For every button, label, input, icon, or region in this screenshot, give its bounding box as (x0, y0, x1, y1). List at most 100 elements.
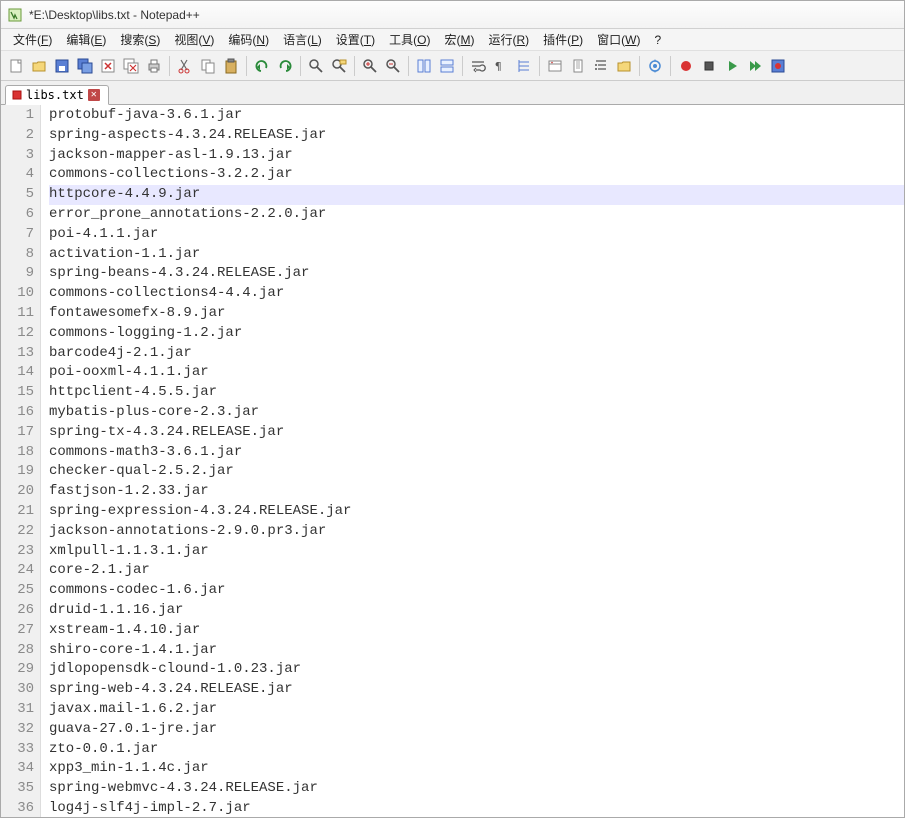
tabstrip: libs.txt ✕ (1, 81, 904, 105)
find-icon[interactable] (305, 55, 327, 77)
code-line[interactable]: shiro-core-1.4.1.jar (49, 641, 904, 661)
stop-icon[interactable] (698, 55, 720, 77)
code-line[interactable]: error_prone_annotations-2.2.0.jar (49, 205, 904, 225)
code-line[interactable]: fontawesomefx-8.9.jar (49, 304, 904, 324)
code-line[interactable]: commons-collections4-4.4.jar (49, 284, 904, 304)
folder-icon[interactable] (613, 55, 635, 77)
code-line[interactable]: httpclient-4.5.5.jar (49, 383, 904, 403)
sync-h-icon[interactable] (436, 55, 458, 77)
sync-v-icon[interactable] (413, 55, 435, 77)
code-line[interactable]: javax.mail-1.6.2.jar (49, 700, 904, 720)
code-line[interactable]: mybatis-plus-core-2.3.jar (49, 403, 904, 423)
code-line[interactable]: activation-1.1.jar (49, 245, 904, 265)
tab-libs-txt[interactable]: libs.txt ✕ (5, 85, 109, 105)
code-line[interactable]: poi-ooxml-4.1.1.jar (49, 363, 904, 383)
toolbar-separator (670, 56, 671, 76)
code-line[interactable]: jackson-mapper-asl-1.9.13.jar (49, 146, 904, 166)
line-number: 33 (13, 740, 34, 760)
menu-m[interactable]: 宏(M) (438, 29, 480, 50)
code-line[interactable]: commons-logging-1.2.jar (49, 324, 904, 344)
editor[interactable]: 1234567891011121314151617181920212223242… (1, 105, 904, 817)
line-number: 3 (13, 146, 34, 166)
close-icon[interactable] (97, 55, 119, 77)
toolbar-separator (639, 56, 640, 76)
menu-n[interactable]: 编码(N) (222, 29, 275, 50)
menu-r[interactable]: 运行(R) (482, 29, 535, 50)
line-number-gutter: 1234567891011121314151617181920212223242… (1, 105, 41, 817)
code-line[interactable]: barcode4j-2.1.jar (49, 344, 904, 364)
code-line[interactable]: xstream-1.4.10.jar (49, 621, 904, 641)
code-line[interactable]: poi-4.1.1.jar (49, 225, 904, 245)
code-line[interactable]: jackson-annotations-2.9.0.pr3.jar (49, 522, 904, 542)
wrap-icon[interactable] (467, 55, 489, 77)
copy-icon[interactable] (197, 55, 219, 77)
line-number: 17 (13, 423, 34, 443)
code-line[interactable]: guava-27.0.1-jre.jar (49, 720, 904, 740)
code-line[interactable]: log4j-slf4j-impl-2.7.jar (49, 799, 904, 817)
code-line[interactable]: spring-web-4.3.24.RELEASE.jar (49, 680, 904, 700)
code-line[interactable]: core-2.1.jar (49, 561, 904, 581)
menu-s[interactable]: 搜索(S) (114, 29, 166, 50)
line-number: 34 (13, 759, 34, 779)
titlebar: *E:\Desktop\libs.txt - Notepad++ (1, 1, 904, 29)
text-content[interactable]: protobuf-java-3.6.1.jarspring-aspects-4.… (41, 105, 904, 817)
menu-v[interactable]: 视图(V) (168, 29, 220, 50)
paste-icon[interactable] (220, 55, 242, 77)
line-number: 35 (13, 779, 34, 799)
code-line[interactable]: commons-collections-3.2.2.jar (49, 165, 904, 185)
close-tab-icon[interactable]: ✕ (88, 89, 100, 101)
menu-f[interactable]: 文件(F) (7, 29, 58, 50)
play-multi-icon[interactable] (744, 55, 766, 77)
code-line[interactable]: druid-1.1.16.jar (49, 601, 904, 621)
doc-map-icon[interactable] (567, 55, 589, 77)
undo-icon[interactable] (251, 55, 273, 77)
line-number: 27 (13, 621, 34, 641)
menu-e[interactable]: 编辑(E) (60, 29, 112, 50)
cut-icon[interactable] (174, 55, 196, 77)
code-line[interactable]: jdlopopensdk-clound-1.0.23.jar (49, 660, 904, 680)
play-icon[interactable] (721, 55, 743, 77)
code-line[interactable]: fastjson-1.2.33.jar (49, 482, 904, 502)
monitor-icon[interactable] (644, 55, 666, 77)
code-line[interactable]: protobuf-java-3.6.1.jar (49, 106, 904, 126)
save-macro-icon[interactable] (767, 55, 789, 77)
menu-help[interactable]: ? (648, 31, 667, 49)
code-line[interactable]: spring-beans-4.3.24.RELEASE.jar (49, 264, 904, 284)
menu-w[interactable]: 窗口(W) (591, 29, 646, 50)
print-icon[interactable] (143, 55, 165, 77)
close-all-icon[interactable] (120, 55, 142, 77)
show-all-chars-icon[interactable]: ¶ (490, 55, 512, 77)
lang-icon[interactable] (544, 55, 566, 77)
open-file-icon[interactable] (28, 55, 50, 77)
code-line[interactable]: checker-qual-2.5.2.jar (49, 462, 904, 482)
save-all-icon[interactable] (74, 55, 96, 77)
code-line[interactable]: xpp3_min-1.1.4c.jar (49, 759, 904, 779)
code-line[interactable]: zto-0.0.1.jar (49, 740, 904, 760)
redo-icon[interactable] (274, 55, 296, 77)
code-line[interactable]: spring-webmvc-4.3.24.RELEASE.jar (49, 779, 904, 799)
menu-t[interactable]: 设置(T) (330, 29, 381, 50)
menu-l[interactable]: 语言(L) (277, 29, 328, 50)
menu-p[interactable]: 插件(P) (537, 29, 589, 50)
line-number: 15 (13, 383, 34, 403)
record-icon[interactable] (675, 55, 697, 77)
indent-guide-icon[interactable] (513, 55, 535, 77)
modified-indicator-icon (12, 90, 22, 100)
code-line[interactable]: xmlpull-1.1.3.1.jar (49, 542, 904, 562)
zoom-out-icon[interactable] (382, 55, 404, 77)
menu-o[interactable]: 工具(O) (383, 29, 436, 50)
save-icon[interactable] (51, 55, 73, 77)
code-line[interactable]: spring-tx-4.3.24.RELEASE.jar (49, 423, 904, 443)
code-line[interactable]: commons-codec-1.6.jar (49, 581, 904, 601)
zoom-in-icon[interactable] (359, 55, 381, 77)
function-list-icon[interactable] (590, 55, 612, 77)
code-line[interactable]: commons-math3-3.6.1.jar (49, 443, 904, 463)
code-line[interactable]: spring-aspects-4.3.24.RELEASE.jar (49, 126, 904, 146)
code-line[interactable]: httpcore-4.4.9.jar (49, 185, 904, 205)
new-file-icon[interactable] (5, 55, 27, 77)
code-line[interactable]: spring-expression-4.3.24.RELEASE.jar (49, 502, 904, 522)
replace-icon[interactable] (328, 55, 350, 77)
toolbar-separator (462, 56, 463, 76)
toolbar-separator (169, 56, 170, 76)
line-number: 9 (13, 264, 34, 284)
